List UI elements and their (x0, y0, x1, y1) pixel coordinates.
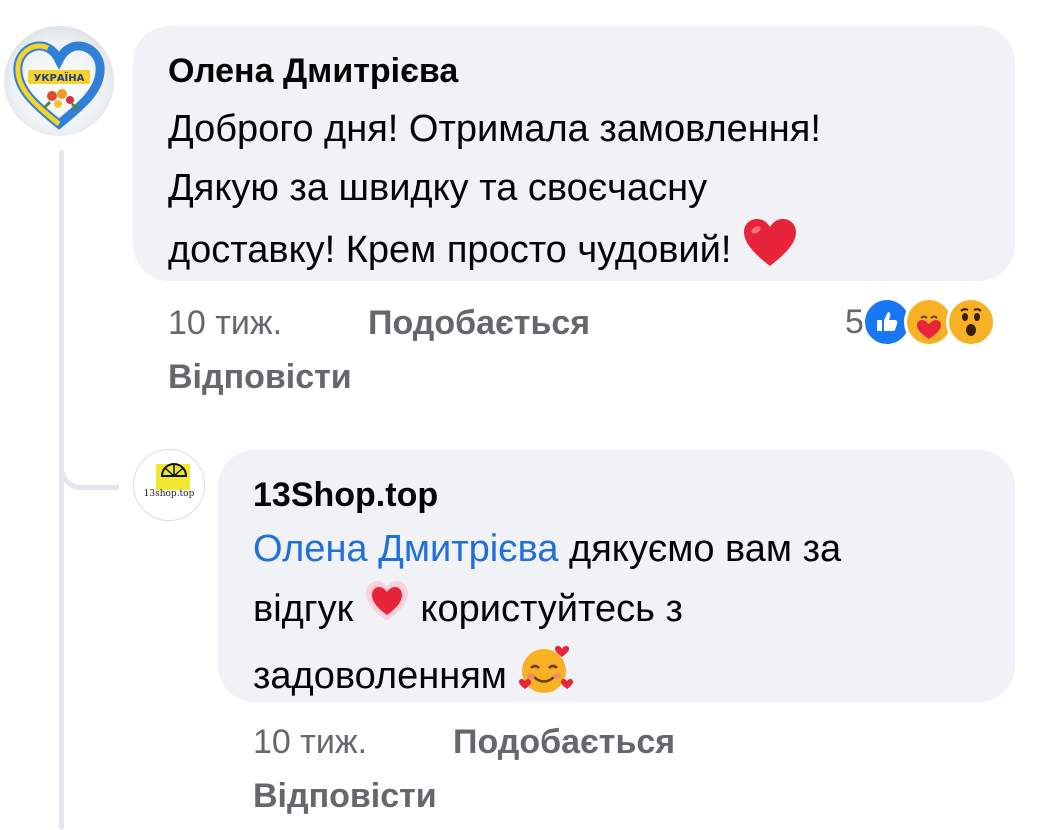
reply-button[interactable]: Відповісти (168, 358, 352, 397)
reply-bubble: 13Shop.top Олена Дмитрієва дякуємо вам з… (218, 450, 1015, 702)
wow-icon (945, 297, 996, 347)
reply-timestamp[interactable]: 10 тиж. (253, 723, 367, 762)
avatar[interactable]: УКРАЇНА (4, 26, 114, 136)
reply-like-button[interactable]: Подобається (453, 723, 675, 762)
glowing-heart-icon (364, 579, 410, 643)
like-button[interactable]: Подобається (368, 304, 590, 343)
comment-bubble: Олена Дмитрієва Доброго дня! Отримала за… (133, 26, 1015, 281)
ukraine-heart-avatar-icon: УКРАЇНА (13, 41, 105, 130)
reply-text: Олена Дмитрієва дякуємо вам за відгук ко… (253, 520, 993, 713)
red-heart-icon (742, 218, 798, 286)
thread-connector (59, 440, 119, 490)
smiling-face-with-hearts-icon (517, 643, 574, 713)
comment-timestamp[interactable]: 10 тиж. (168, 304, 282, 343)
comment-text: Доброго дня! Отримала замовлення! Дякую … (168, 100, 988, 286)
mention-link[interactable]: Олена Дмитрієва (253, 528, 558, 570)
reactions-summary[interactable]: 5 (845, 297, 996, 347)
shop-avatar[interactable]: 13shop.top (133, 449, 205, 521)
svg-text:13shop.top: 13shop.top (144, 489, 195, 499)
reply-reply-button[interactable]: Відповісти (253, 777, 437, 816)
reply-author[interactable]: 13Shop.top (253, 476, 438, 515)
shop-logo-icon: 13shop.top (144, 463, 195, 499)
thread-line (59, 150, 64, 830)
svg-text:УКРАЇНА: УКРАЇНА (34, 70, 85, 84)
comment-author[interactable]: Олена Дмитрієва (168, 52, 458, 91)
